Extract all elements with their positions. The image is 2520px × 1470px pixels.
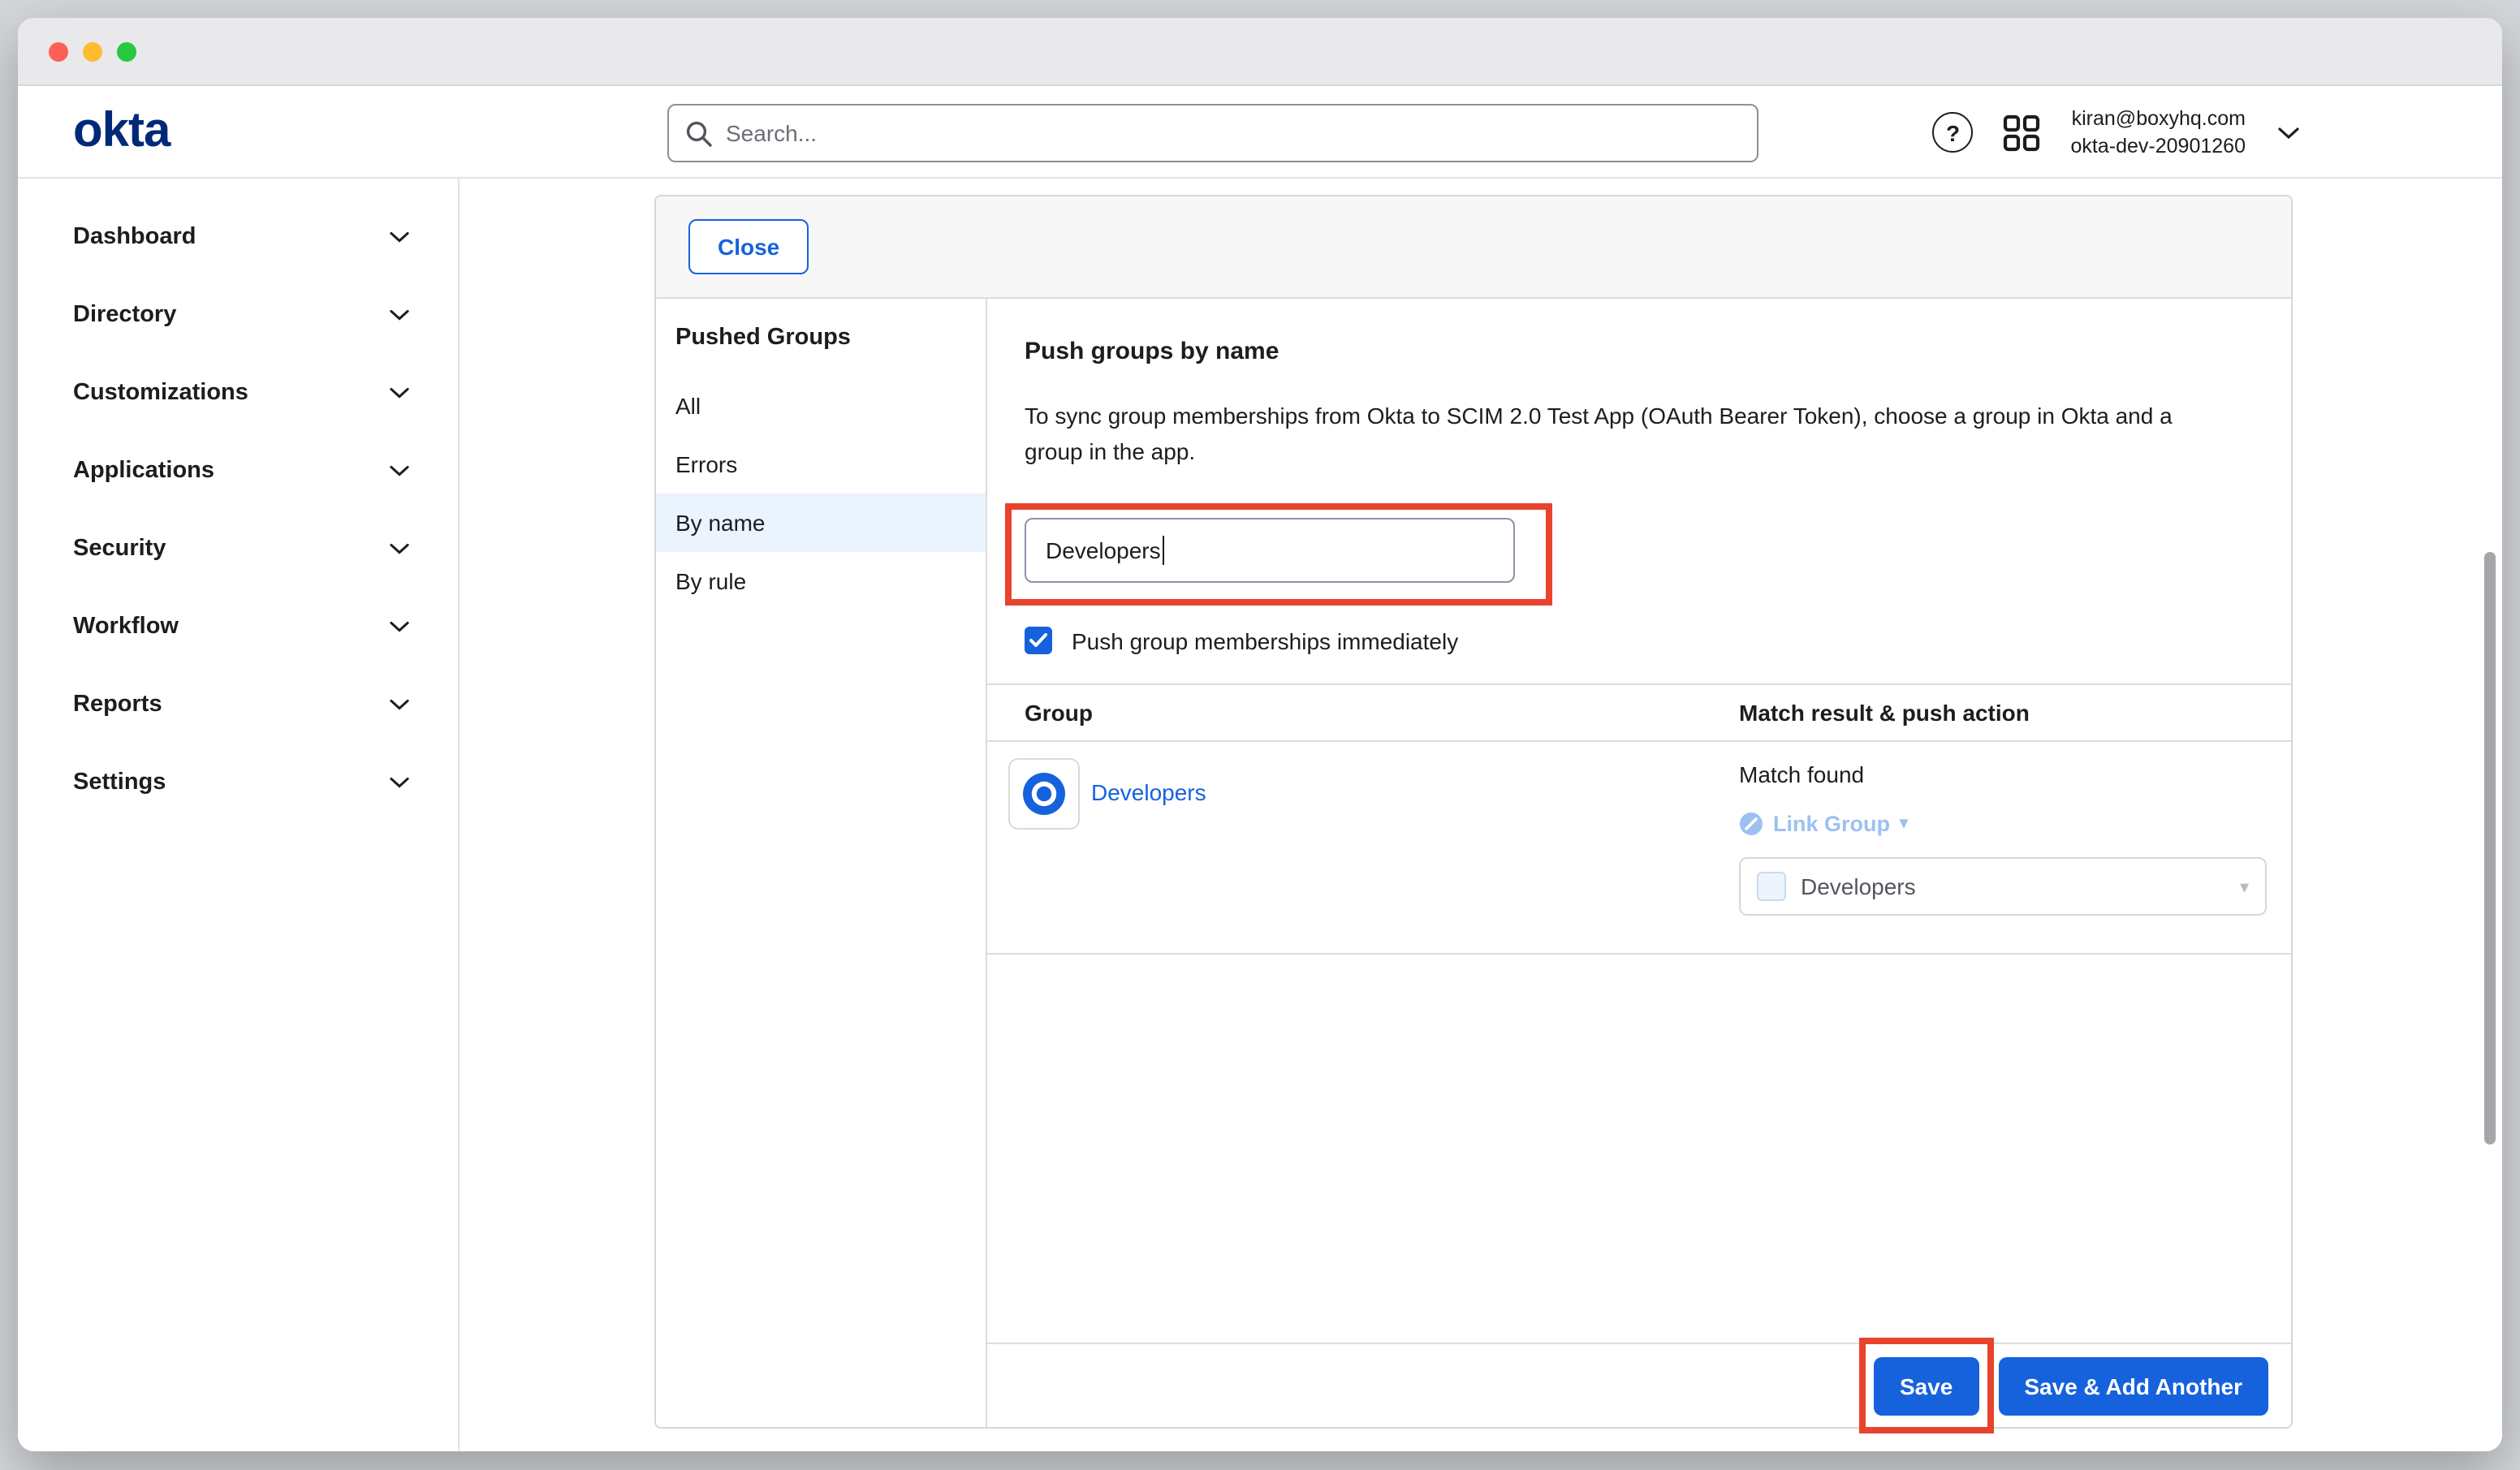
- titlebar: [18, 18, 2502, 86]
- save-add-another-button[interactable]: Save & Add Another: [1998, 1356, 2268, 1415]
- chevron-down-icon: ▾: [1900, 816, 1908, 834]
- sidebar: Dashboard Directory Customizations Appli…: [18, 179, 460, 1451]
- sidebar-item-security[interactable]: Security: [18, 510, 458, 588]
- org-name: okta-dev-20901260: [2071, 132, 2246, 159]
- topbar-right: ? kiran@boxyhq.com okta-dev-20901260: [1933, 86, 2299, 179]
- chevron-down-icon: ▾: [2240, 877, 2249, 898]
- link-group-icon: [1739, 813, 1763, 837]
- save-button[interactable]: Save: [1874, 1356, 1978, 1415]
- text-cursor: [1163, 537, 1165, 566]
- sidebar-item-settings[interactable]: Settings: [18, 744, 458, 821]
- pushed-groups-subnav: Pushed Groups All Errors By name By rule: [656, 299, 987, 1427]
- sidebar-item-dashboard[interactable]: Dashboard: [18, 198, 458, 276]
- okta-logo: okta: [73, 104, 170, 159]
- chevron-down-icon: [390, 542, 409, 555]
- push-by-name-form: Push groups by name To sync group member…: [987, 299, 2291, 1343]
- group-developers-link[interactable]: Developers: [1091, 780, 1206, 806]
- target-group-icon: [1757, 873, 1786, 902]
- sidebar-item-reports[interactable]: Reports: [18, 666, 458, 744]
- subnav-item-by-name[interactable]: By name: [656, 494, 986, 552]
- subnav-item-by-rule[interactable]: By rule: [656, 552, 986, 610]
- push-groups-panel: Close Pushed Groups All Errors By name B…: [654, 195, 2293, 1429]
- chevron-down-icon: [390, 231, 409, 244]
- chevron-down-icon: [390, 620, 409, 633]
- form-description: To sync group memberships from Okta to S…: [1025, 399, 2234, 470]
- app-body: Dashboard Directory Customizations Appli…: [18, 179, 2502, 1451]
- chevron-down-icon: [390, 464, 409, 477]
- match-status: Match found: [1739, 762, 2267, 788]
- push-immediately-checkbox[interactable]: [1025, 627, 1052, 655]
- push-immediately-label: Push group memberships immediately: [1072, 628, 1458, 654]
- subnav-item-errors[interactable]: Errors: [656, 435, 986, 494]
- browser-window: okta ? kiran@boxyhq.com okta-dev-2090126…: [18, 18, 2502, 1451]
- search-input[interactable]: [726, 120, 1741, 146]
- subnav-title: Pushed Groups: [656, 325, 986, 377]
- sidebar-item-workflow[interactable]: Workflow: [18, 588, 458, 666]
- push-immediately-row: Push group memberships immediately: [1025, 627, 2291, 655]
- chevron-down-icon: [390, 308, 409, 321]
- apps-grid-icon[interactable]: [2003, 113, 2042, 152]
- sidebar-item-customizations[interactable]: Customizations: [18, 354, 458, 432]
- search-icon: [685, 119, 713, 147]
- chevron-down-icon: [390, 386, 409, 399]
- column-match-result: Match result & push action: [1739, 701, 2291, 726]
- table-row: Developers Match found Link: [987, 743, 2291, 955]
- user-email: kiran@boxyhq.com: [2071, 106, 2246, 133]
- vertical-scrollbar[interactable]: [2484, 552, 2496, 1145]
- global-search[interactable]: [667, 104, 1758, 162]
- chevron-down-icon: [390, 776, 409, 789]
- form-heading: Push groups by name: [1025, 338, 2291, 365]
- zoom-window-button[interactable]: [117, 41, 136, 61]
- form-footer: Save Save & Add Another: [987, 1343, 2291, 1427]
- account-chevron-down-icon[interactable]: [2278, 126, 2299, 139]
- okta-group-icon: [1008, 759, 1080, 830]
- chevron-down-icon: [390, 698, 409, 711]
- close-window-button[interactable]: [49, 41, 68, 61]
- group-name-input[interactable]: Developers: [1025, 519, 1515, 584]
- sidebar-item-applications[interactable]: Applications: [18, 432, 458, 510]
- content-area: Close Pushed Groups All Errors By name B…: [460, 179, 2502, 1451]
- panel-header: Close: [656, 196, 2291, 299]
- minimize-window-button[interactable]: [83, 41, 102, 61]
- target-group-select[interactable]: Developers ▾: [1739, 858, 2267, 916]
- account-menu[interactable]: kiran@boxyhq.com okta-dev-20901260: [2071, 106, 2246, 159]
- close-button[interactable]: Close: [688, 219, 809, 274]
- stage: okta ? kiran@boxyhq.com okta-dev-2090126…: [0, 0, 2520, 1470]
- column-group: Group: [987, 701, 1739, 726]
- topbar: okta ? kiran@boxyhq.com okta-dev-2090126…: [18, 86, 2502, 179]
- help-icon[interactable]: ?: [1933, 112, 1974, 153]
- link-group-dropdown[interactable]: Link Group ▾: [1739, 813, 2267, 837]
- sidebar-item-directory[interactable]: Directory: [18, 276, 458, 354]
- table-header: Group Match result & push action: [987, 684, 2291, 743]
- subnav-item-all[interactable]: All: [656, 377, 986, 435]
